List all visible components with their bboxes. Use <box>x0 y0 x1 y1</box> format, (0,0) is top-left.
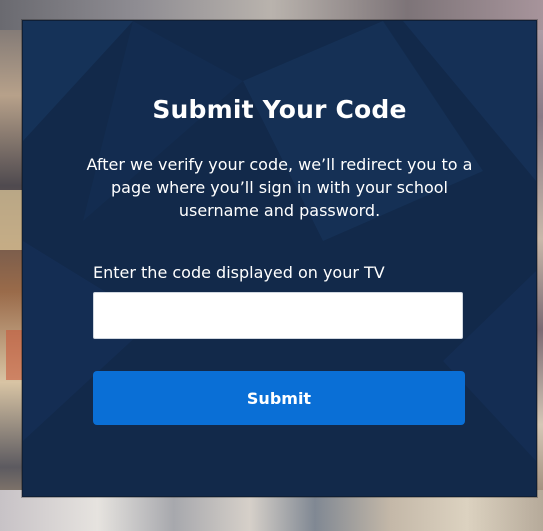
code-field-label: Enter the code displayed on your TV <box>93 263 385 282</box>
code-input[interactable] <box>93 292 463 339</box>
modal-description: After we verify your code, we’ll redirec… <box>86 155 473 220</box>
submit-button[interactable]: Submit <box>93 371 465 425</box>
modal-title: Submit Your Code <box>152 95 407 124</box>
submit-code-modal: Submit Your Code After we verify your co… <box>22 20 537 497</box>
modal-content: Submit Your Code After we verify your co… <box>23 21 536 496</box>
